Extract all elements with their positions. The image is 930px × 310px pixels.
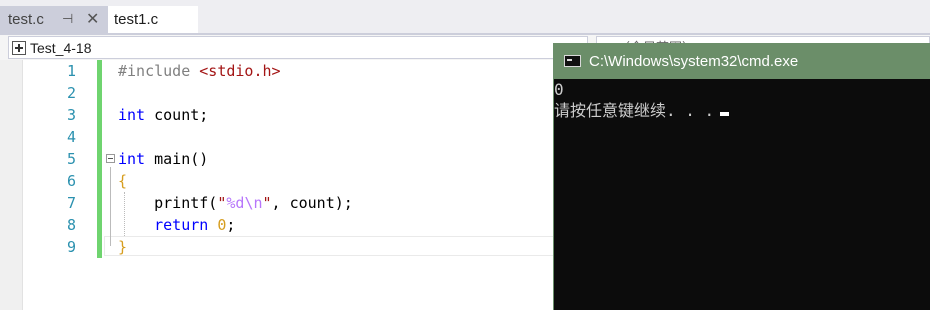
change-indicator [97,60,102,82]
change-indicator [97,82,102,104]
change-indicator [97,126,102,148]
code-text: #include <stdio.h> [118,62,281,80]
code-text: { [118,172,128,190]
project-scope-label: Test_4-18 [30,39,92,56]
console-title: C:\Windows\system32\cmd.exe [589,52,799,70]
change-indicator [97,170,102,192]
project-scope-dropdown[interactable]: Test_4-18 [8,36,588,59]
pin-icon[interactable]: ⊣ [62,11,73,27]
console-output: 0 请按任意键继续. . . [554,79,730,121]
tab-label: test.c [8,11,44,28]
line-number: 9 [66,238,76,256]
line-number: 7 [66,194,76,212]
console-output-line: 请按任意键继续. . . [554,100,730,121]
document-tab-bar: test.c ⊣ ✕ test1.c [0,0,930,33]
tab-test1-c[interactable]: test1.c [108,6,198,33]
close-icon[interactable]: ✕ [86,9,99,29]
line-number: 5 [66,150,76,168]
line-number: 4 [66,128,76,146]
console-window[interactable]: C:\Windows\system32\cmd.exe 0 请按任意键继续. .… [553,43,930,310]
project-icon [12,40,26,55]
change-indicator [97,214,102,236]
change-indicator [97,236,102,258]
code-text: int count; [118,106,209,124]
change-indicator [97,148,102,170]
line-number: 6 [66,172,76,190]
tab-label: test1.c [114,11,159,28]
collapse-icon[interactable] [106,154,115,163]
line-number: 2 [66,84,76,102]
code-text: printf("%d\n", count); [118,194,353,212]
change-indicator [97,104,102,126]
console-titlebar[interactable]: C:\Windows\system32\cmd.exe [554,43,930,79]
console-prompt-text: 请按任意键继续. . . [554,101,715,120]
line-number: 1 [66,62,76,80]
console-icon [564,55,581,67]
code-text: return 0; [154,216,236,234]
change-indicator [97,192,102,214]
line-number: 8 [66,216,76,234]
code-text: int main() [118,150,209,168]
text-cursor [720,112,730,116]
console-output-line: 0 [554,80,564,99]
code-text: } [118,238,128,256]
line-number: 3 [66,106,76,124]
tab-test-c[interactable]: test.c ⊣ ✕ [0,6,109,33]
